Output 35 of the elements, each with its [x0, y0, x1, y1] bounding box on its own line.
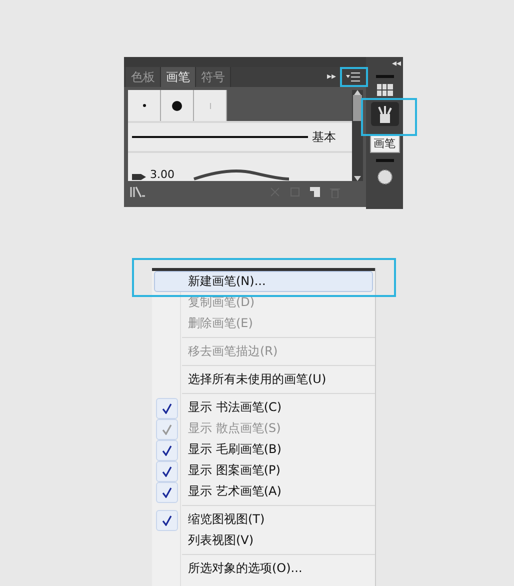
- scrollbar[interactable]: [352, 90, 363, 181]
- menu-item[interactable]: 新建画笔(N)...: [154, 271, 373, 292]
- brush-thumbnail[interactable]: [161, 90, 194, 122]
- brush-thumbnail[interactable]: [194, 90, 227, 122]
- stroke-line-icon: [132, 136, 308, 139]
- expand-button[interactable]: ▸▸: [320, 72, 342, 82]
- grip-icon: [376, 75, 394, 78]
- menu-item[interactable]: 所选对象的选项(O)...: [154, 558, 373, 579]
- brush-dot-icon: [172, 100, 182, 111]
- brush-row[interactable]: 3.00: [128, 153, 352, 181]
- menu-item[interactable]: 选择所有未使用的画笔(U): [154, 369, 373, 390]
- circle-icon[interactable]: [376, 168, 394, 186]
- brush-dot-icon: [142, 104, 146, 108]
- collapse-button[interactable]: ◂◂: [390, 59, 403, 69]
- library-icon[interactable]: [130, 186, 148, 198]
- brush-panel-icon[interactable]: [370, 102, 398, 126]
- brush-name: 基本: [312, 128, 336, 146]
- panel-tab[interactable]: 画笔: [161, 67, 196, 87]
- brush-size: 3.00: [150, 168, 174, 181]
- menu-item[interactable]: 列表视图(V): [154, 530, 373, 551]
- menu-item[interactable]: 显示 图案画笔(P): [154, 460, 373, 481]
- menu-item[interactable]: 缩览图视图(T): [154, 509, 373, 530]
- swatches-icon[interactable]: [376, 84, 392, 96]
- new-brush-icon[interactable]: [310, 187, 320, 197]
- highlight-frame: [361, 98, 417, 136]
- pen-icon: [132, 173, 146, 181]
- brush-row[interactable]: 基本: [128, 123, 352, 152]
- menu-item[interactable]: 显示 艺术画笔(A): [154, 481, 373, 502]
- menu-item[interactable]: 显示 毛刷画笔(B): [154, 439, 373, 460]
- scroll-thumb[interactable]: [353, 95, 362, 121]
- scroll-down-icon[interactable]: [354, 176, 361, 181]
- grip-icon: [376, 159, 394, 162]
- menu-item[interactable]: 显示 书法画笔(C): [154, 397, 373, 418]
- highlight-frame: [340, 67, 368, 87]
- brush-thumbnail[interactable]: [128, 90, 161, 122]
